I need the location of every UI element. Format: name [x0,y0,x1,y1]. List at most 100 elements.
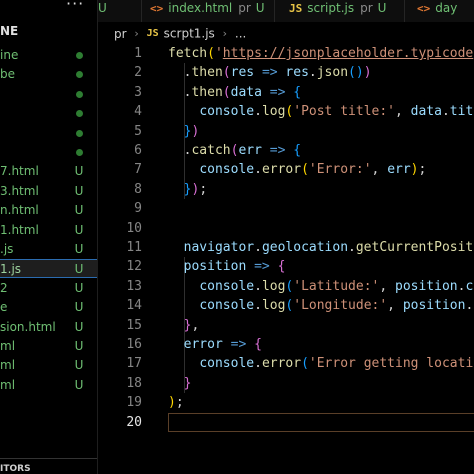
modified-dot-icon [72,85,86,104]
editor-tab-bar: U <> index.html pr U JS script.js pr U <> day [98,0,474,22]
code-token: . [254,162,262,178]
code-token: ) [363,65,372,81]
file-item[interactable]: sion.html U [0,318,97,337]
code-token: ; [418,162,427,178]
code-token: { [293,84,302,100]
untracked-badge: U [74,262,84,277]
file-item[interactable]: .js U [0,240,97,259]
code-line[interactable]: .then(data => { [168,83,301,102]
code-token: => [230,337,247,352]
file-item[interactable]: be [0,65,97,84]
file-item[interactable]: 2U [0,279,97,298]
code-token: , [379,278,395,294]
chevron-right-icon: › [222,26,228,40]
code-line[interactable]: console.log('Longitude:', position. [168,296,473,315]
code-line[interactable]: console.log('Latitude:', position.c [168,277,473,296]
code-line[interactable]: ); [168,393,184,412]
code-token: { [254,337,262,352]
file-item[interactable] [0,104,97,123]
code-token: tit [449,104,474,120]
file-item[interactable]: n.html U [0,201,97,220]
file-item[interactable]: ml U [0,376,97,395]
file-item[interactable]: ml U [0,337,97,356]
line-number: 20 [126,414,142,430]
tab-label: index.html [168,1,233,15]
tab-untracked-badge: U [98,1,107,15]
code-line[interactable]: error => { [168,335,262,354]
code-line[interactable]: .catch(err => { [168,141,301,160]
code-token: => [269,143,286,158]
file-item[interactable]: ine [0,46,97,65]
current-line-highlight [168,412,474,432]
tab-untracked-badge: U [377,1,387,15]
explorer-folder-header[interactable]: NE [0,24,18,42]
code-token: , [191,317,200,333]
breadcrumb-symbols[interactable]: ... [235,27,246,41]
code-line[interactable]: console.error('Error getting locati [168,354,473,373]
line-number: 12 [126,259,142,275]
code-token: res [285,65,309,81]
code-token: error [261,356,302,372]
code-line[interactable]: .then(res => res.json()) [168,63,372,82]
code-token: data [230,84,262,100]
more-actions-icon[interactable]: ··· [66,0,84,13]
divider [0,458,97,459]
code-token: } [183,375,192,391]
line-number: 7 [134,162,142,178]
file-item[interactable]: 1.html U [0,221,97,240]
untracked-badge: U [74,300,84,315]
code-token: . [254,356,262,372]
file-item[interactable] [0,85,97,104]
tab-script-js[interactable]: JS script.js pr U [275,0,405,22]
code-token: => [254,259,270,275]
code-line[interactable]: fetch('https://jsonplaceholder.typicode [168,44,473,63]
tab-day[interactable]: <> day [405,0,474,22]
code-line[interactable]: console.error('Error:', err); [168,160,426,179]
untracked-badge: U [74,222,84,237]
tab-partial[interactable]: U [98,0,142,22]
code-token: 'Error:' [308,162,372,178]
breadcrumb-folder[interactable]: pr [114,27,127,41]
code-token: log [261,298,286,314]
untracked-badge: U [74,203,84,218]
file-item[interactable]: eU [0,298,97,317]
code-token: error [261,162,302,178]
code-token: , [371,162,388,178]
outline-section-header[interactable]: ITORS [0,464,31,474]
code-line[interactable]: }) [168,122,200,141]
code-token: ( [301,356,309,372]
line-number: 13 [126,278,142,294]
code-line[interactable]: } [168,374,192,393]
code-line[interactable]: navigator.geolocation.getCurrentPositi [168,238,474,257]
code-token: . [168,84,192,100]
file-item[interactable]: ml U [0,356,97,375]
file-item[interactable]: 7.html U [0,162,97,181]
file-name: sion.html [0,319,56,334]
code-token: => [269,84,286,100]
file-name: 7.html [0,164,39,179]
code-token: () [348,65,364,81]
code-token: console [199,162,255,178]
code-editor[interactable]: 1 2 3 4 5 6 7 8 9 10 11 12 13 14 15 16 17 18 19 20 fetch('h… [98,44,474,474]
file-item[interactable] [0,124,97,143]
line-number: 11 [126,240,142,255]
js-file-icon: JS [289,2,303,15]
file-item[interactable]: 1.js U [0,259,97,279]
code-line[interactable]: }); [168,180,207,199]
code-token: ' [214,46,223,61]
code-line[interactable]: position => { [168,257,286,276]
code-line[interactable]: console.log('Post title:', data.tit [168,102,473,121]
file-name: n.html [0,203,39,218]
file-item[interactable] [0,143,97,162]
breadcrumb-file[interactable]: scrpt1.js [164,27,215,41]
code-token: fetch [168,46,208,61]
untracked-badge: U [74,280,84,295]
file-item[interactable]: 3.html U [0,182,97,201]
tab-index-html[interactable]: <> index.html pr U [142,0,275,22]
code-line[interactable]: }, [168,316,200,335]
